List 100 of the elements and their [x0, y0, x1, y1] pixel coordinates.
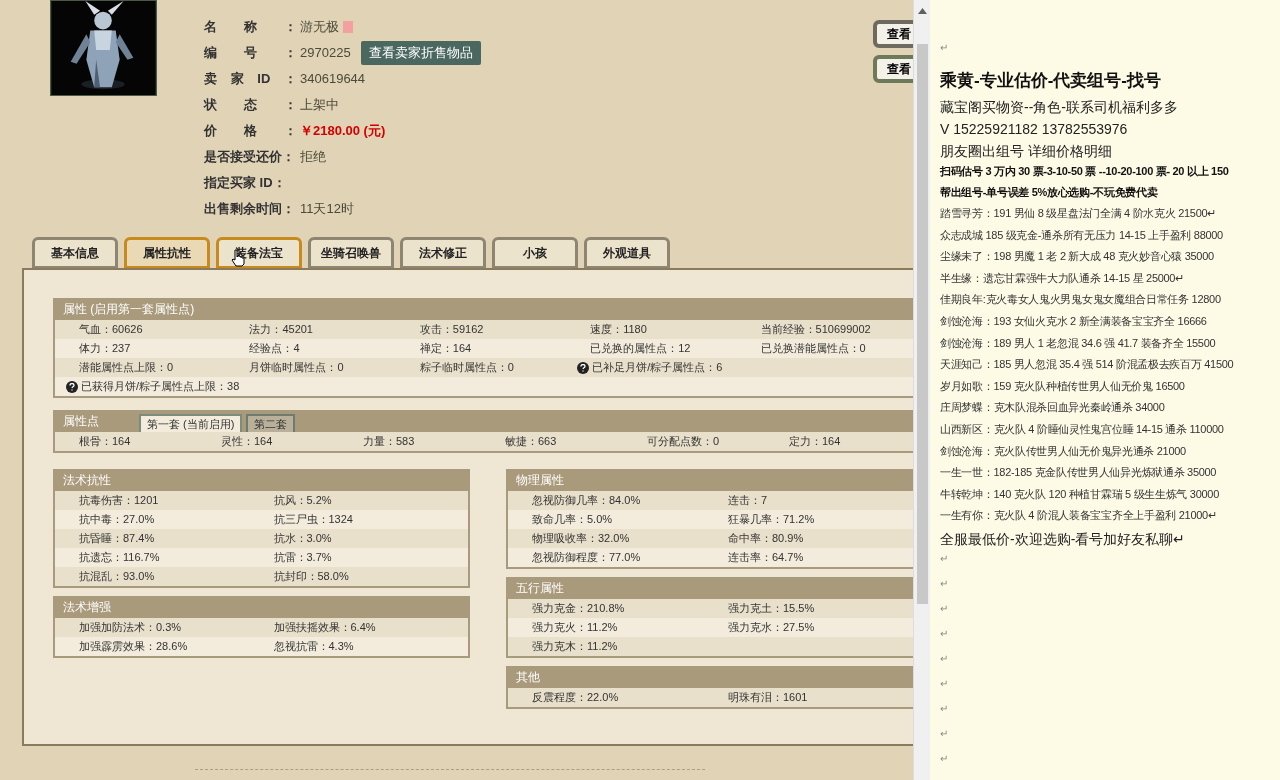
- attribute-text: 已补足月饼/粽子属性点：6: [592, 360, 723, 376]
- attribute-text: 加强霹雳效果：28.6%: [79, 639, 188, 655]
- attribute-text: 抗封印：58.0%: [273, 569, 349, 585]
- document-line: 全服最低价-欢迎选购-看号加好友私聊↵: [940, 529, 1187, 549]
- document-line: 岁月如歌：159 克火队种植传世男人仙无价鬼 16500: [940, 378, 1186, 394]
- attribute-text: 经验点：4: [249, 341, 300, 357]
- attribute-text: 可分配点数：0: [647, 434, 720, 450]
- field-value: 拒绝: [300, 148, 326, 167]
- view-button[interactable]: 查看: [873, 20, 913, 48]
- attribute-text: 敏捷：663: [505, 434, 557, 450]
- subtab[interactable]: 第二套: [246, 414, 296, 432]
- attribute-text: 抗中毒：27.0%: [79, 512, 155, 528]
- attribute-text: 已兑换的属性点：12: [590, 341, 691, 357]
- document-line: 山西新区：克火队 4 阶睡仙灵性鬼宫位睡 14-15 通杀 110000: [940, 421, 1225, 437]
- attribute-text: 潜能属性点上限：0: [79, 360, 174, 376]
- attribute-text: 气血：60626: [79, 322, 143, 338]
- paragraph-mark: ↵: [940, 751, 949, 766]
- attribute-text: 连击率：64.7%: [728, 550, 804, 566]
- attribute-text: 命中率：80.9%: [728, 531, 804, 547]
- attribute-text: 强力克木：11.2%: [532, 639, 618, 655]
- tab[interactable]: 属性抗性: [124, 237, 210, 269]
- attribute-text: 强力克金：210.8%: [532, 601, 625, 617]
- view-button[interactable]: 查看: [873, 55, 913, 83]
- document-line: 牛转乾坤：140 克火队 120 种植甘霖瑞 5 级生生炼气 30000: [940, 486, 1220, 502]
- attribute-text: 禅定：164: [419, 341, 472, 357]
- attribute-text: 月饼临时属性点：0: [249, 360, 344, 376]
- document-line: 剑蚀沧海：克火队传世男人仙无价鬼异光通杀 21000: [940, 443, 1187, 459]
- attribute-text: 抗昏睡：87.4%: [79, 531, 155, 547]
- scroll-up-icon[interactable]: [917, 8, 927, 14]
- attribute-text: 已兑换潜能属性点：0: [760, 341, 866, 357]
- attribute-text: 抗雷：3.7%: [273, 550, 332, 566]
- paragraph-mark: ↵: [940, 626, 949, 641]
- section-title: 属性点: [63, 413, 99, 430]
- field-value: 游无极: [300, 18, 339, 37]
- tab[interactable]: 外观道具: [584, 237, 670, 269]
- field-value: 340619644: [300, 70, 366, 89]
- document-line: 天涯知己：185 男人忽混 35.4 强 514 阶混孟极去疾百万 41500: [940, 357, 1235, 373]
- paragraph-mark: ↵: [940, 576, 949, 591]
- tab[interactable]: 小孩: [492, 237, 578, 269]
- attribute-text: 忽视防御程度：77.0%: [532, 550, 641, 566]
- document-line: 佳期良年:克火毒女人鬼火男鬼女鬼女魔组合日常任务 12800: [940, 292, 1222, 308]
- attribute-text: 加强扶摇效果：6.4%: [273, 620, 376, 636]
- subtab[interactable]: 第一套 (当前启用): [139, 414, 243, 432]
- field-value: 11天12时: [300, 200, 354, 219]
- field-label: 卖家ID：: [204, 70, 297, 89]
- field-label: 价格：: [204, 122, 297, 141]
- document-line: 众志成城 185 级克金-通杀所有无压力 14-15 上手盈利 88000: [940, 227, 1224, 243]
- attribute-text: 明珠有泪：1601: [728, 690, 808, 706]
- section-title: 属性 (启用第一套属性点): [63, 301, 195, 318]
- field-label: 名称：: [204, 18, 297, 37]
- attribute-text: 粽子临时属性点：0: [419, 360, 514, 376]
- attribute-text: 强力克火：11.2%: [532, 620, 618, 636]
- attribute-text: 狂暴几率：71.2%: [728, 512, 815, 528]
- attribute-text: 抗水：3.0%: [273, 531, 332, 547]
- field-label: 状态：: [204, 96, 297, 115]
- tab[interactable]: 法术修正: [400, 237, 486, 269]
- field-label: 指定买家 ID：: [204, 174, 287, 193]
- section-title: 法术增强: [63, 599, 111, 616]
- attribute-text: 已获得月饼/粽子属性点上限：38: [81, 379, 240, 395]
- attribute-text: 抗毒伤害：1201: [79, 493, 159, 509]
- document-line: 剑蚀沧海：193 女仙火克水 2 新全满装备宝宝齐全 16666: [940, 313, 1208, 329]
- attribute-text: 灵性：164: [221, 434, 273, 450]
- document-title: 乘黄-专业估价-代卖组号-找号: [940, 70, 1162, 93]
- field-label: 编号：: [204, 44, 297, 63]
- scroll-thumb[interactable]: [916, 44, 928, 604]
- document-line: 朋友圈出组号 详细价格明细: [940, 142, 1113, 161]
- attribute-text: 体力：237: [79, 341, 131, 357]
- document-line: 藏宝阁买物资--角色-联系司机福利多多: [940, 98, 1179, 117]
- paragraph-mark: ↵: [940, 41, 949, 55]
- document-line: V 15225921182 13782553976: [940, 120, 1129, 139]
- attribute-text: 根骨：164: [79, 434, 131, 450]
- attribute-text: 抗三尸虫：1324: [273, 512, 353, 528]
- attribute-text: 当前经验：510699002: [760, 322, 871, 338]
- field-label: 出售剩余时间：: [204, 200, 296, 219]
- field-value: ￥2180.00 (元): [300, 122, 386, 141]
- section-title: 五行属性: [516, 580, 564, 597]
- document-line: 一生有你：克火队 4 阶混人装备宝宝齐全上手盈利 21000↵: [940, 508, 1218, 524]
- attribute-text: 抗混乱：93.0%: [79, 569, 155, 585]
- section-title: 物理属性: [516, 472, 564, 489]
- attribute-text: 抗风：5.2%: [273, 493, 332, 509]
- document-line: 尘缘未了：198 男魔 1 老 2 新大成 48 克火妙音心猿 35000: [940, 249, 1215, 265]
- document-line: 一生一世：182-185 克金队传世男人仙异光炼狱通杀 35000: [940, 465, 1218, 481]
- attribute-text: 攻击：59162: [419, 322, 484, 338]
- document-line: 半生缘：遗忘甘霖强牛大力队通杀 14-15 星 25000↵: [940, 270, 1185, 286]
- paragraph-mark: ↵: [940, 651, 949, 666]
- attribute-text: 法力：45201: [249, 322, 313, 338]
- attribute-text: 物理吸收率：32.0%: [532, 531, 630, 547]
- paragraph-mark: ↵: [940, 601, 949, 616]
- scrollbar[interactable]: [913, 0, 930, 780]
- field-value: 2970225: [300, 44, 351, 63]
- document-line: 扫码估号 3 万内 30 票-3-10-50 票 --10-20-100 票- 20 以上 150: [940, 164, 1230, 179]
- tab[interactable]: 坐骑召唤兽: [308, 237, 394, 269]
- tab[interactable]: 基本信息: [32, 237, 118, 269]
- attribute-text: 反震程度：22.0%: [532, 690, 619, 706]
- seller-items-button[interactable]: 查看卖家折售物品: [360, 41, 481, 65]
- attribute-text: 力量：583: [363, 434, 415, 450]
- paragraph-mark: ↵: [940, 726, 949, 741]
- document-line: 剑蚀沧海：189 男人 1 老忽混 34.6 强 41.7 装备齐全 15500: [940, 335, 1217, 351]
- attribute-text: 速度：1180: [590, 322, 647, 338]
- paragraph-mark: ↵: [940, 701, 949, 716]
